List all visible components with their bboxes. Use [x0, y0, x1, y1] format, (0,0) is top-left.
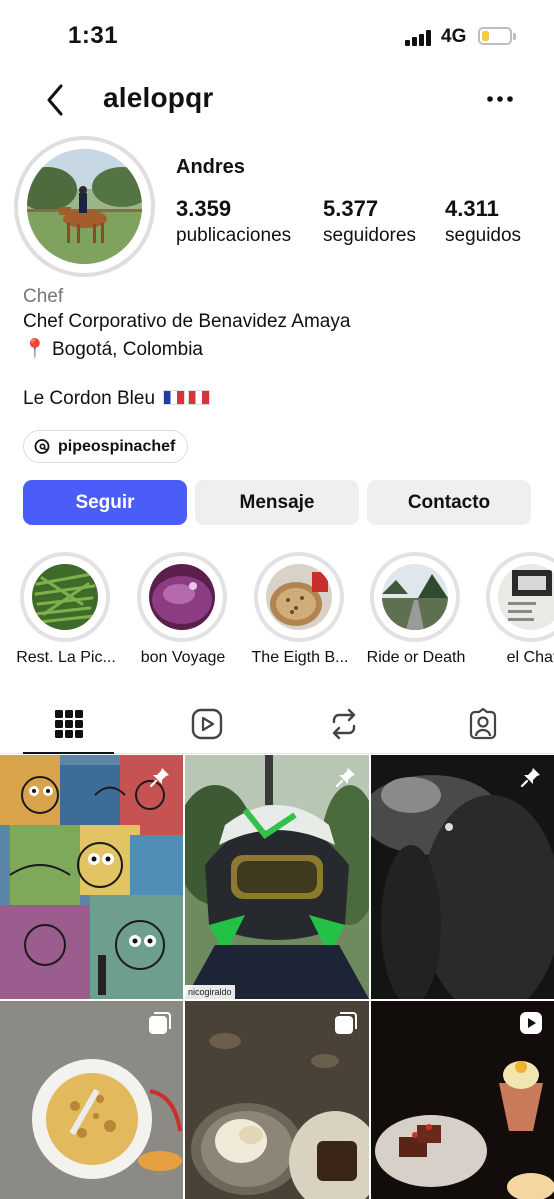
- chevron-left-icon: [47, 84, 63, 116]
- repost-icon: [332, 708, 356, 739]
- profile-category: Chef: [23, 286, 64, 307]
- bio-line: Le Cordon Bleu: [23, 388, 211, 410]
- stat-value: 4.311: [445, 196, 499, 221]
- post-caption: nicogiraldo: [185, 985, 235, 999]
- posts-grid: nicogiraldo: [0, 755, 554, 1199]
- post-thumbnail[interactable]: [0, 755, 183, 999]
- more-horizontal-icon: [487, 96, 513, 102]
- avatar: [27, 149, 142, 264]
- carousel-icon: [334, 1011, 358, 1035]
- tab-reposts[interactable]: [298, 694, 390, 753]
- more-options-button[interactable]: [480, 86, 520, 112]
- message-button[interactable]: Mensaje: [195, 480, 359, 525]
- active-tab-indicator: [23, 752, 114, 754]
- back-button[interactable]: [38, 80, 72, 120]
- carousel-icon: [148, 1011, 172, 1035]
- bio-location: 📍 Bogotá, Colombia: [23, 337, 203, 361]
- profile-tabs: [0, 694, 554, 754]
- stat-value: 3.359: [176, 196, 232, 221]
- post-thumbnail[interactable]: [0, 1001, 183, 1199]
- tab-grid[interactable]: [23, 694, 115, 753]
- post-thumbnail[interactable]: [185, 1001, 369, 1199]
- pin-icon: [148, 765, 172, 789]
- network-type: 4G: [441, 26, 467, 47]
- grid-icon: [55, 709, 83, 738]
- highlight-cover: [266, 564, 332, 630]
- reel-icon: [519, 1011, 543, 1035]
- highlight-cover: [382, 564, 448, 630]
- highlight-cover: [32, 564, 98, 630]
- threads-link[interactable]: pipeospinachef: [23, 430, 189, 463]
- stat-label: seguidores: [323, 225, 416, 246]
- peru-flag-icon: [188, 390, 211, 405]
- stat-followers[interactable]: 5.377 seguidores: [323, 196, 416, 247]
- threads-handle: pipeospinachef: [58, 437, 176, 455]
- page-title-username: alelopqr: [103, 82, 214, 113]
- pin-icon: [519, 765, 543, 789]
- pin-icon: [334, 765, 358, 789]
- pin-icon: 📍: [23, 339, 47, 360]
- stat-label: publicaciones: [176, 225, 292, 246]
- stat-value: 5.377: [323, 196, 379, 221]
- stat-label: seguidos: [445, 225, 522, 246]
- reels-icon: [191, 708, 223, 739]
- stat-following[interactable]: 4.311 seguidos: [445, 196, 521, 247]
- highlight-cover: [149, 564, 215, 630]
- post-thumbnail[interactable]: [371, 755, 554, 999]
- france-flag-icon: [163, 390, 186, 405]
- avatar-ring[interactable]: [14, 136, 155, 277]
- follow-button[interactable]: Seguir: [23, 480, 187, 525]
- stat-posts[interactable]: 3.359 publicaciones: [176, 196, 291, 247]
- contact-button[interactable]: Contacto: [367, 480, 531, 525]
- tab-tagged[interactable]: [437, 694, 529, 753]
- highlight-label: el Chat: [506, 649, 554, 666]
- profile-header: alelopqr: [0, 74, 554, 124]
- threads-icon: [34, 439, 50, 454]
- tab-reels[interactable]: [161, 694, 253, 753]
- post-thumbnail[interactable]: nicogiraldo: [185, 755, 369, 999]
- post-thumbnail[interactable]: [371, 1001, 554, 1199]
- bio-text: Le Cordon Bleu: [23, 388, 156, 409]
- status-bar: 1:31 4G: [0, 0, 554, 74]
- battery-icon: [478, 27, 516, 45]
- location-text: Bogotá, Colombia: [51, 339, 203, 360]
- bio-line: Chef Corporativo de Benavidez Amaya: [23, 311, 351, 332]
- status-time: 1:31: [68, 22, 119, 49]
- tagged-person-icon: [469, 707, 497, 739]
- display-name: Andres: [176, 156, 245, 178]
- highlight-cover: [498, 564, 554, 630]
- signal-icon: [405, 30, 433, 46]
